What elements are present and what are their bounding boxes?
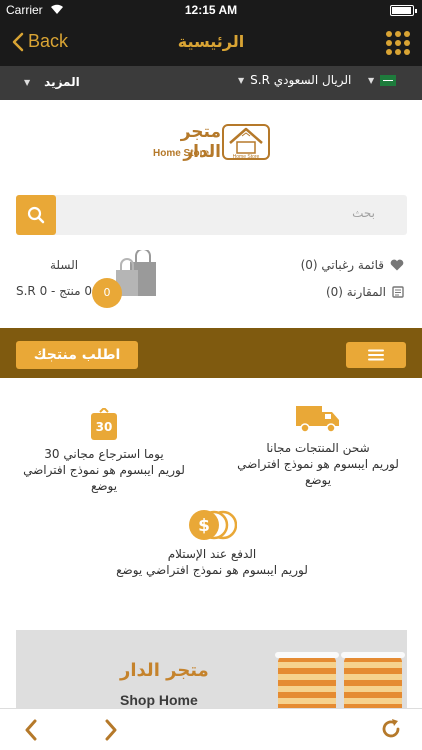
return-badge-icon: 30 xyxy=(89,408,119,442)
coffee-cup-image xyxy=(341,652,405,710)
feature-free-shipping: شحن المنتجات مجانا لوريم ايبسوم هو نموذج… xyxy=(228,400,408,488)
coins-icon: $ xyxy=(189,510,237,540)
feature-desc: لوريم ايبسوم هو نموذج افتراضي يوضع xyxy=(237,457,399,487)
promo-band: اطلب منتجك xyxy=(0,328,422,378)
feature-desc: لوريم ايبسوم هو نموذج افتراضي يوضع xyxy=(23,463,185,493)
feature-title: الدفع عند الإستلام xyxy=(167,547,257,561)
features-section: شحن المنتجات مجانا لوريم ايبسوم هو نموذج… xyxy=(0,400,422,600)
arrow-left-icon[interactable] xyxy=(24,719,38,741)
request-product-button[interactable]: اطلب منتجك xyxy=(16,341,138,369)
book-icon xyxy=(392,286,404,298)
banner-title-en: Shop Home xyxy=(120,692,198,708)
arrow-right-icon[interactable] xyxy=(104,719,118,741)
account-summary: السلة 0 منتج - S.R 0 0 قائمة رغباتي (0) … xyxy=(0,248,422,312)
status-bar: Carrier 12:15 AM xyxy=(0,0,422,20)
svg-text:$: $ xyxy=(198,516,210,536)
wishlist-label: قائمة رغباتي (0) xyxy=(300,258,384,272)
reload-icon[interactable] xyxy=(380,718,402,740)
sub-bar: ▼ المزيد ▼ S.R الريال السعودي ▼ xyxy=(0,66,422,100)
logo-name-en: Home Store xyxy=(153,148,210,159)
delivery-truck-icon xyxy=(296,406,339,433)
more-dropdown[interactable]: ▼ المزيد xyxy=(24,75,80,89)
cart-summary[interactable]: 0 منتج - S.R 0 xyxy=(16,284,92,298)
chevron-down-icon: ▼ xyxy=(24,77,31,87)
feature-free-return: 30 30 يوما استرجاع مجاني لوريم ايبسوم هو… xyxy=(14,408,194,494)
page-title: الرئيسية xyxy=(177,32,245,51)
saudi-flag-icon xyxy=(380,75,397,86)
category-menu-button[interactable] xyxy=(346,342,406,368)
currency-dropdown[interactable]: ▼ S.R الريال السعودي xyxy=(238,73,351,87)
promo-banner[interactable]: متجر الدار Shop Home xyxy=(16,630,407,710)
cart-label[interactable]: السلة xyxy=(50,258,78,272)
language-dropdown[interactable]: ▼ xyxy=(368,75,397,86)
currency-label: S.R الريال السعودي xyxy=(250,73,352,87)
search-button[interactable] xyxy=(16,195,56,235)
nav-bar: Back الرئيسية xyxy=(0,20,422,66)
search-input[interactable]: بحث xyxy=(352,206,375,220)
chevron-down-icon: ▼ xyxy=(238,75,245,85)
battery-icon xyxy=(390,5,417,16)
wishlist-link[interactable]: قائمة رغباتي (0) xyxy=(301,258,404,272)
feature-cash-on-delivery: $ الدفع عند الإستلام لوريم ايبسوم هو نمو… xyxy=(110,508,314,578)
hamburger-icon xyxy=(368,349,384,361)
compare-link[interactable]: المقارنة (0) xyxy=(326,285,404,299)
status-time: 12:15 AM xyxy=(184,3,238,17)
cart-count-badge: 0 xyxy=(92,278,122,308)
feature-desc: لوريم ايبسوم هو نموذج افتراضي يوضع xyxy=(116,563,308,577)
grid-menu-icon[interactable] xyxy=(386,31,410,55)
heart-icon xyxy=(390,259,404,271)
banner-title-ar: متجر الدار xyxy=(120,660,209,681)
more-label: المزيد xyxy=(44,75,80,89)
search-icon xyxy=(27,206,45,224)
house-emblem-icon: Home Store xyxy=(222,124,270,160)
coffee-cup-image xyxy=(275,652,339,710)
search-bar: بحث xyxy=(16,195,407,235)
store-logo[interactable]: متجر الدار Home Store Home Store xyxy=(150,120,274,164)
bottom-toolbar xyxy=(0,708,422,750)
compare-label: المقارنة (0) xyxy=(325,285,386,299)
feature-title: شحن المنتجات مجانا xyxy=(266,441,370,455)
return-days: 30 xyxy=(95,420,113,434)
emblem-text: Home Store xyxy=(233,154,260,160)
chevron-down-icon: ▼ xyxy=(368,76,375,85)
feature-title: 30 يوما استرجاع مجاني xyxy=(44,447,164,461)
